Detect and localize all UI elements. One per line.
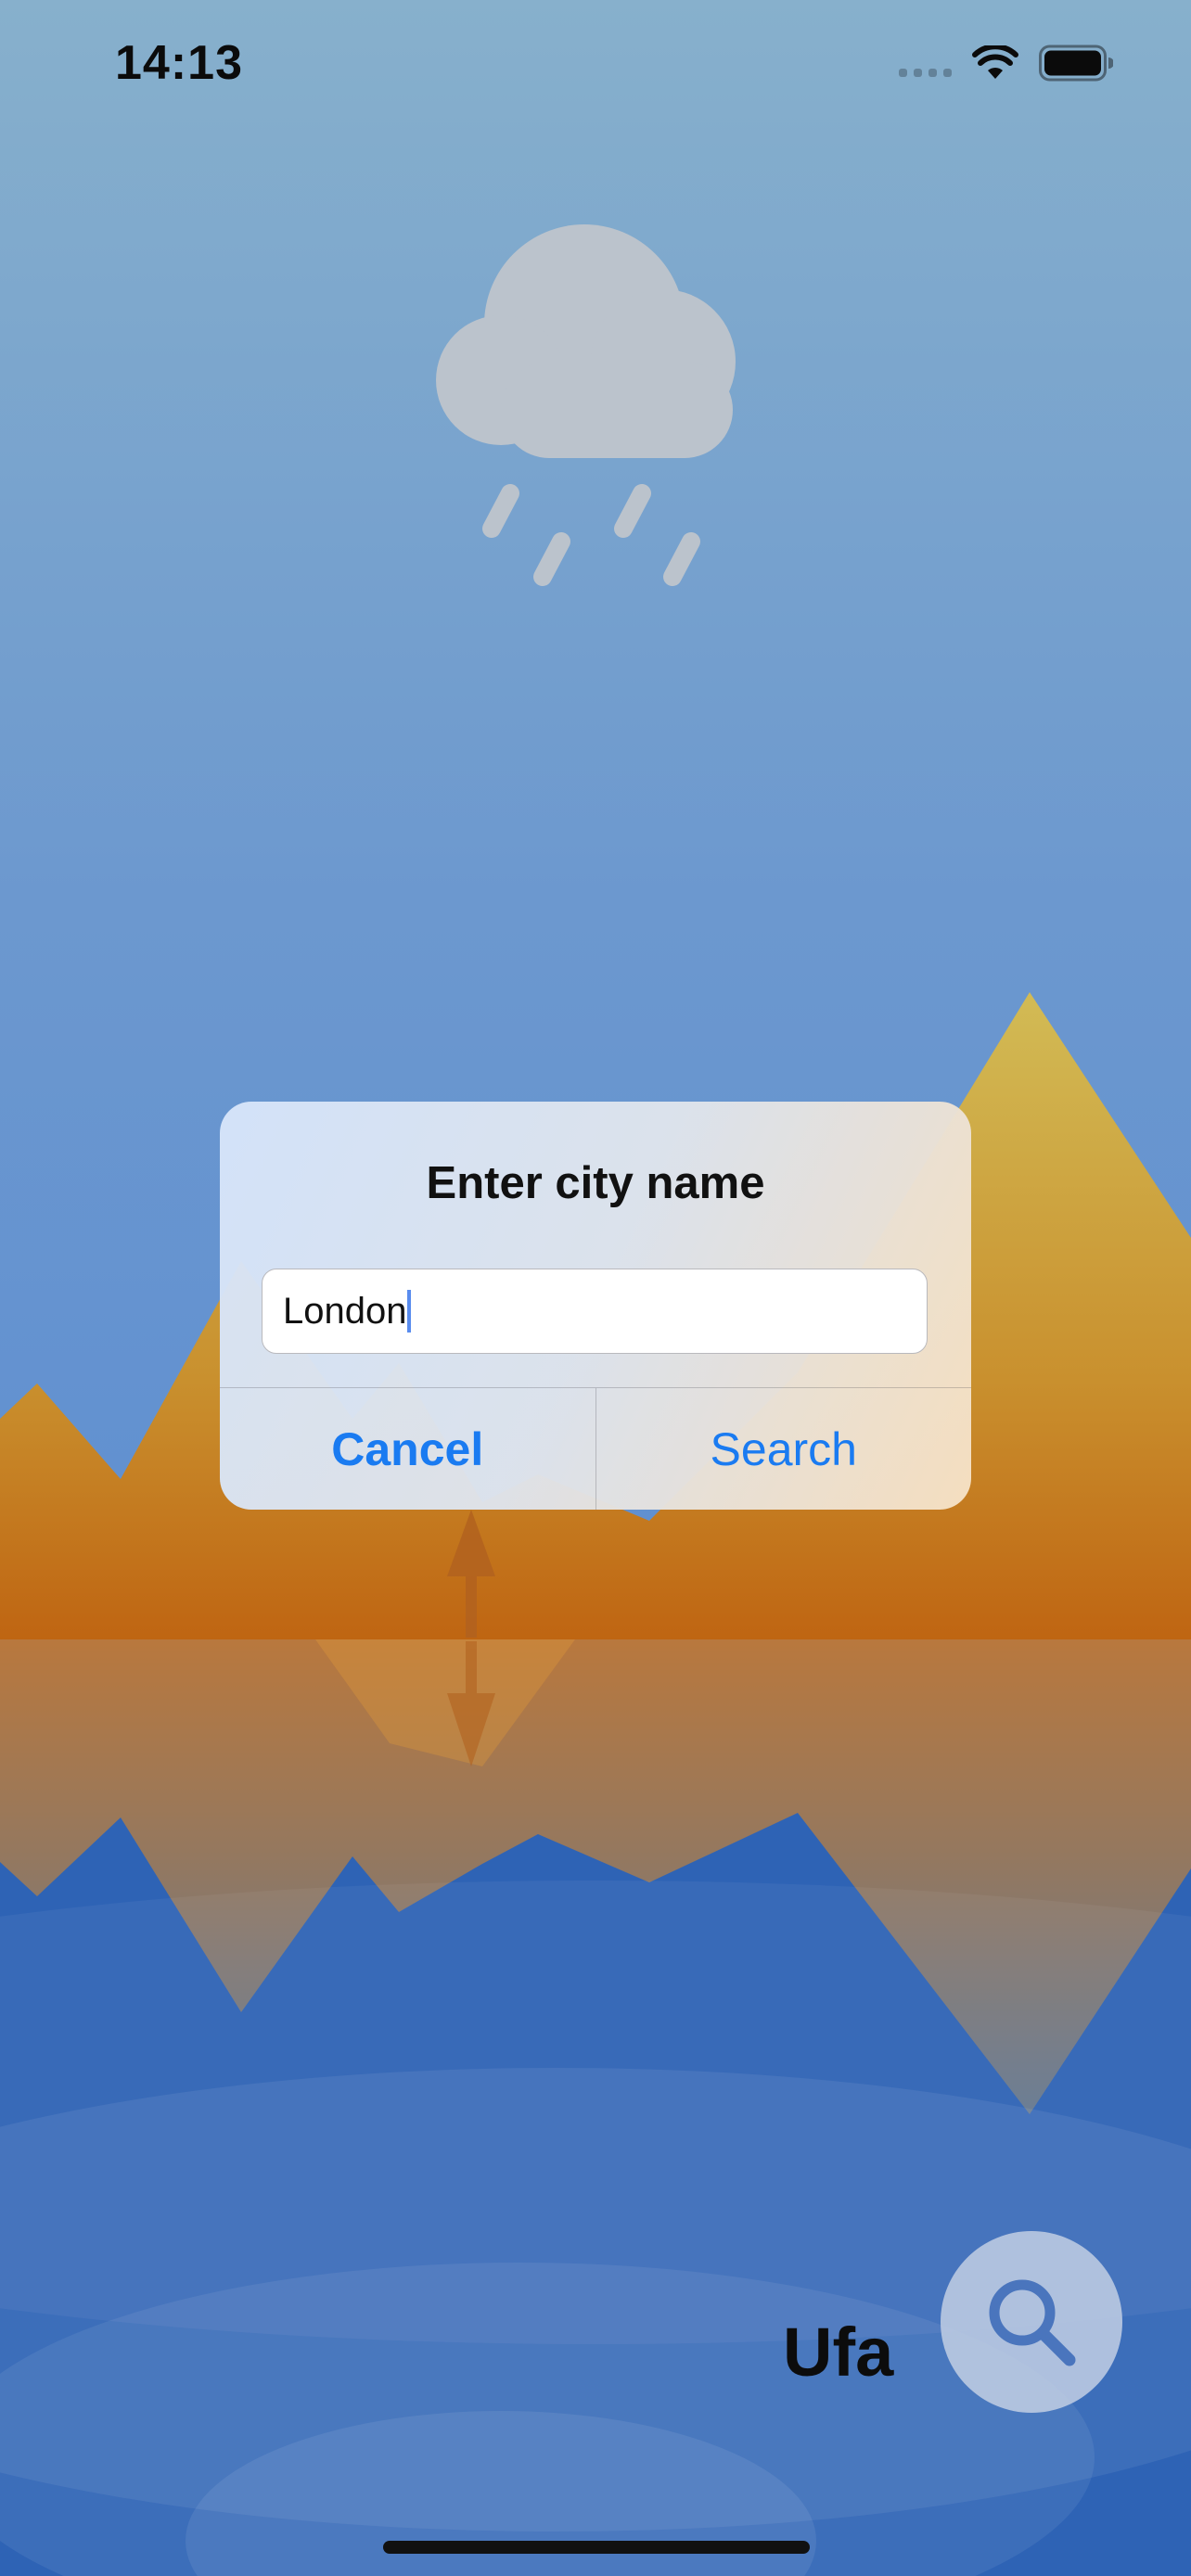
signal-icon xyxy=(899,49,952,77)
search-confirm-button[interactable]: Search xyxy=(596,1388,972,1510)
city-search-dialog: Enter city name London Cancel Search xyxy=(220,1102,971,1510)
current-city-label: Ufa xyxy=(783,2314,894,2391)
cancel-button[interactable]: Cancel xyxy=(220,1388,596,1510)
text-caret xyxy=(407,1290,412,1333)
dialog-title: Enter city name xyxy=(426,1158,765,1208)
rain-cloud-icon xyxy=(436,224,736,586)
search-icon xyxy=(989,2279,1076,2366)
home-indicator[interactable] xyxy=(383,2541,810,2554)
wifi-icon xyxy=(972,45,1018,81)
city-name-input[interactable]: London xyxy=(262,1269,928,1354)
search-button[interactable] xyxy=(941,2231,1122,2413)
city-input-value: London xyxy=(283,1290,407,1332)
status-time: 14:13 xyxy=(115,36,243,90)
status-icons xyxy=(899,45,1113,82)
dialog-actions: Cancel Search xyxy=(220,1387,971,1510)
battery-icon xyxy=(1039,45,1113,82)
